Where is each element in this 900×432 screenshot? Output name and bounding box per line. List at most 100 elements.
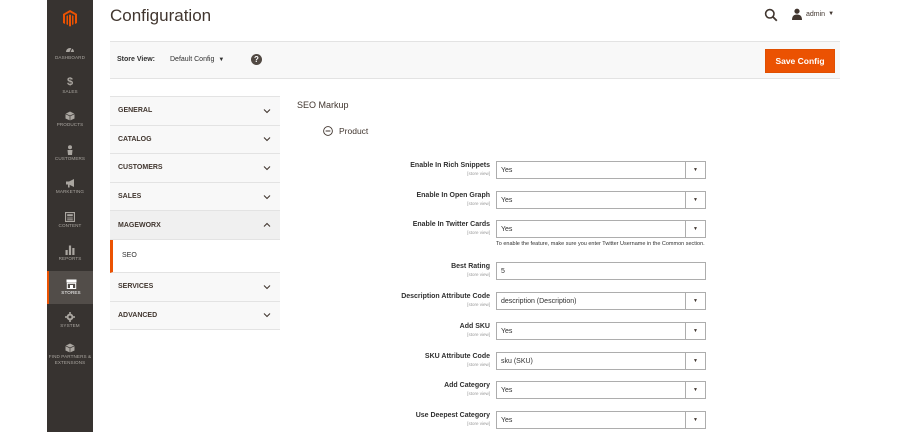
chevron-down-icon: ▼ [828, 11, 835, 17]
nav-content[interactable]: CONTENT [47, 204, 93, 238]
select-arrow-icon: ▼ [685, 192, 705, 208]
nav-customers-label: CUSTOMERS [54, 155, 86, 161]
best-rating-input[interactable]: 5 [496, 262, 706, 280]
twitter-cards-select[interactable]: Yes ▼ [496, 220, 706, 238]
page-title: Configuration [110, 6, 212, 25]
store-view-switcher[interactable]: Default Config ▼ [170, 56, 224, 63]
gear-icon [65, 312, 75, 323]
tab-label: GENERAL [118, 107, 153, 115]
rich-snippets-select[interactable]: Yes ▼ [496, 161, 706, 179]
add-sku-select[interactable]: Yes ▼ [496, 322, 706, 340]
tab-catalog[interactable]: CATALOG [110, 125, 280, 155]
tab-advanced[interactable]: ADVANCED [110, 301, 280, 331]
field-label: Use Deepest Category [415, 412, 490, 419]
nav-reports-label: REPORTS [58, 256, 82, 262]
field-label: Description Attribute Code [401, 293, 490, 300]
tab-general[interactable]: GENERAL [110, 97, 280, 126]
nav-system-label: SYSTEM [60, 323, 80, 329]
select-value: Yes [501, 386, 513, 394]
select-arrow-icon: ▼ [685, 412, 705, 428]
sku-attribute-select[interactable]: sku (SKU) ▼ [496, 352, 706, 370]
bar-chart-icon [65, 245, 75, 256]
select-arrow-icon: ▼ [685, 353, 705, 369]
config-tabs: GENERAL CATALOG CUSTOMERS SALES MAGEWORX… [110, 96, 280, 331]
chevron-down-icon [263, 284, 271, 290]
nav-sales[interactable]: $ SALES [47, 70, 93, 104]
deepest-category-select[interactable]: Yes ▼ [496, 411, 706, 429]
nav-dashboard-label: DASHBOARD [55, 55, 85, 61]
select-arrow-icon: ▼ [685, 221, 705, 237]
admin-sidebar: DASHBOARD $ SALES PRODUCTS CUSTOMERS MAR… [47, 0, 93, 432]
add-category-select[interactable]: Yes ▼ [496, 381, 706, 399]
field-label: Enable In Rich Snippets [410, 162, 490, 169]
field-label: Best Rating [451, 263, 490, 270]
help-icon[interactable]: ? [251, 54, 262, 65]
chevron-down-icon [263, 137, 271, 142]
select-value: Yes [501, 327, 513, 335]
save-config-button[interactable]: Save Config [765, 49, 835, 73]
description-attribute-select[interactable]: description (Description) ▼ [496, 292, 706, 310]
nav-marketing[interactable]: MARKETING [47, 170, 93, 204]
field-scope: [store view] [467, 272, 490, 277]
tab-sales[interactable]: SALES [110, 182, 280, 212]
user-icon [792, 8, 802, 20]
field-scope: [store view] [467, 302, 490, 307]
field-note: To enable the feature, make sure you ent… [496, 241, 705, 247]
tab-label: ADVANCED [118, 311, 158, 319]
input-value: 5 [501, 267, 505, 275]
search-icon[interactable] [764, 8, 778, 22]
field-label: Enable In Open Graph [416, 192, 490, 199]
select-value: Yes [501, 196, 513, 204]
group-product-toggle[interactable]: Product [323, 126, 368, 136]
chevron-down-icon [263, 313, 271, 318]
tab-label: SERVICES [118, 283, 154, 291]
field-scope: [store view] [467, 391, 490, 396]
person-icon [67, 145, 73, 155]
nav-stores-label: STORES [61, 289, 81, 295]
chevron-down-icon [263, 108, 271, 114]
subtab-label: SEO [122, 252, 137, 260]
nav-products[interactable]: PRODUCTS [47, 103, 93, 137]
select-value: Yes [501, 416, 513, 424]
nav-customers[interactable]: CUSTOMERS [47, 137, 93, 171]
nav-reports[interactable]: REPORTS [47, 237, 93, 271]
magento-logo[interactable] [47, 0, 93, 36]
tab-mageworx[interactable]: MAGEWORX [110, 211, 280, 240]
field-label: Add Category [444, 382, 490, 389]
admin-user-menu[interactable]: admin ▼ [791, 8, 834, 20]
select-arrow-icon: ▼ [685, 162, 705, 178]
store-view-label: Store View: [117, 56, 155, 63]
nav-sales-label: SALES [62, 89, 78, 95]
field-label: SKU Attribute Code [424, 353, 490, 360]
admin-username: admin [806, 10, 826, 18]
field-scope: [store view] [467, 332, 490, 337]
chevron-down-icon: ▼ [218, 57, 225, 63]
select-arrow-icon: ▼ [685, 293, 705, 309]
nav-system[interactable]: SYSTEM [47, 304, 93, 338]
chevron-down-icon [263, 166, 271, 171]
page-actions-toolbar: Store View: Default Config ▼ ? Save Confi… [110, 41, 840, 79]
field-label: Add SKU [459, 323, 490, 330]
store-icon [66, 279, 76, 289]
tab-label: CUSTOMERS [118, 164, 163, 172]
dashboard-icon [66, 48, 74, 53]
select-value: Yes [501, 166, 513, 174]
tab-services[interactable]: SERVICES [110, 272, 280, 302]
content-icon [65, 211, 75, 222]
open-graph-select[interactable]: Yes ▼ [496, 191, 706, 209]
subtab-seo[interactable]: SEO [110, 239, 280, 273]
nav-marketing-label: MARKETING [55, 189, 85, 195]
select-arrow-icon: ▼ [685, 323, 705, 339]
nav-products-label: PRODUCTS [56, 122, 84, 128]
field-scope: [store view] [467, 362, 490, 367]
tab-customers[interactable]: CUSTOMERS [110, 154, 280, 183]
cube-icon [65, 111, 75, 121]
magento-logo-icon [63, 9, 77, 27]
nav-stores[interactable]: STORES [47, 270, 93, 304]
nav-find-partners[interactable]: FIND PARTNERS & EXTENSIONS [47, 338, 93, 372]
group-label: Product [339, 126, 369, 136]
nav-dashboard[interactable]: DASHBOARD [47, 36, 93, 70]
tab-label: CATALOG [118, 135, 152, 143]
field-scope: [store view] [467, 230, 490, 235]
collapse-minus-icon [323, 126, 333, 136]
